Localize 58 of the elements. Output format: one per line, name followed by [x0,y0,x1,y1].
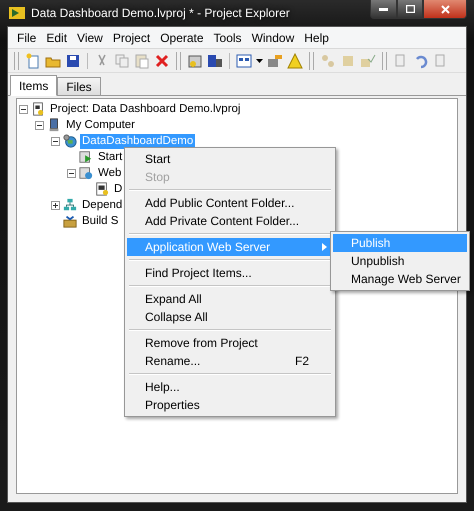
hierarchy-icon [63,198,77,212]
menu-entry[interactable]: Expand All [127,290,333,308]
computer-icon [47,118,61,132]
tree-item[interactable]: Start [96,150,124,164]
maximize-icon [406,5,414,13]
menu-entry[interactable]: Start [127,150,333,168]
menu-item[interactable]: Tools [208,30,247,44]
tree-item[interactable]: Depend [80,198,124,212]
project-file-icon [31,102,45,116]
tree-item[interactable]: My Computer [64,118,138,132]
tree-item[interactable]: D [112,182,124,196]
menu-item[interactable]: View [72,30,108,44]
shortcut-key: F2 [294,354,327,368]
warning-icon[interactable] [287,52,303,68]
save-icon[interactable] [65,52,81,68]
maximize-button[interactable] [397,0,423,19]
menu-item[interactable]: Window [246,30,300,44]
menu-entry[interactable]: Find Project Items... [127,264,333,282]
menu-entry[interactable]: Manage Web Server [333,270,467,288]
window-title: Data Dashboard Demo.lvproj * - Project Explorer [31,6,290,20]
delete-icon[interactable] [154,52,170,68]
build-box-icon [63,214,77,228]
dropdown-caret-icon[interactable] [256,58,263,62]
expander-icon[interactable] [19,104,28,114]
tree-item[interactable]: Build S [80,214,120,228]
menu-entry[interactable]: Unpublish [333,252,467,270]
menu-entry[interactable]: Add Public Content Folder... [127,194,333,212]
menu-entry[interactable]: Remove from Project [127,334,333,352]
menu-entry[interactable]: Rename... F2 [127,352,333,370]
tree-item[interactable]: Project: Data Dashboard Demo.lvproj [48,102,242,116]
paste-icon[interactable] [134,52,150,68]
folder-check-icon[interactable] [360,52,376,68]
tree-item[interactable]: Web [96,166,124,180]
menu-entry[interactable]: Collapse All [127,308,333,326]
menu-item[interactable]: File [12,30,42,44]
menu-item[interactable]: Operate [155,30,209,44]
minimize-button[interactable] [370,0,397,19]
minimize-icon [379,8,388,10]
document-icon [95,182,109,196]
expander-icon[interactable] [67,168,76,178]
expander-icon[interactable] [51,136,60,146]
menu-entry[interactable]: Help... [127,378,333,396]
vi-file-icon [79,150,93,164]
grid-view-icon[interactable] [236,52,252,68]
app-logo-icon [9,7,25,19]
menu-entry[interactable]: Add Private Content Folder... [127,212,333,230]
new-file-icon[interactable] [25,52,41,68]
tab[interactable]: Items [10,75,58,96]
menu-entry[interactable]: Properties [127,396,333,414]
menu-item[interactable]: Help [299,30,334,44]
expander-icon[interactable] [35,120,44,130]
menu-item[interactable]: Edit [41,30,72,44]
expander-icon[interactable] [51,200,60,210]
menu-item[interactable]: Project [108,30,156,44]
tab[interactable]: Files [57,77,101,95]
close-icon [440,4,450,14]
close-button[interactable] [423,0,467,19]
web-folder-icon [79,166,93,180]
